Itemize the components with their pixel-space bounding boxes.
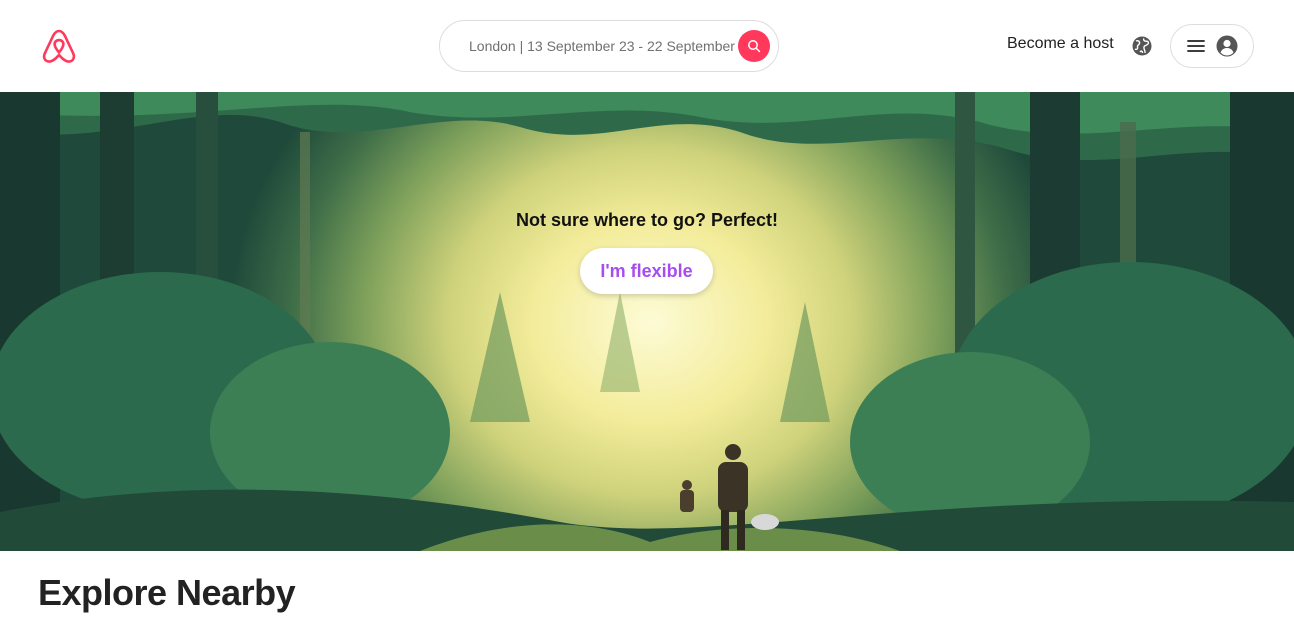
search-input[interactable] [469, 38, 740, 54]
hero-banner: Not sure where to go? Perfect! I'm flexi… [0, 92, 1294, 551]
become-a-host-link[interactable]: Become a host [1007, 35, 1114, 53]
user-avatar-icon [1216, 35, 1238, 57]
top-header: Become a host [0, 0, 1294, 92]
search-icon [747, 39, 761, 53]
hamburger-menu-icon [1187, 39, 1205, 53]
user-menu-button[interactable] [1170, 24, 1254, 68]
hero-headline: Not sure where to go? Perfect! [515, 210, 779, 230]
explore-nearby-heading: Explore Nearby [38, 572, 296, 613]
im-flexible-button[interactable]: I'm flexible [580, 248, 713, 294]
forest-illustration [0, 92, 1294, 551]
globe-icon[interactable] [1130, 34, 1154, 58]
search-button[interactable] [738, 30, 770, 62]
airbnb-logo-icon[interactable] [38, 25, 80, 67]
search-bar[interactable] [439, 20, 779, 72]
